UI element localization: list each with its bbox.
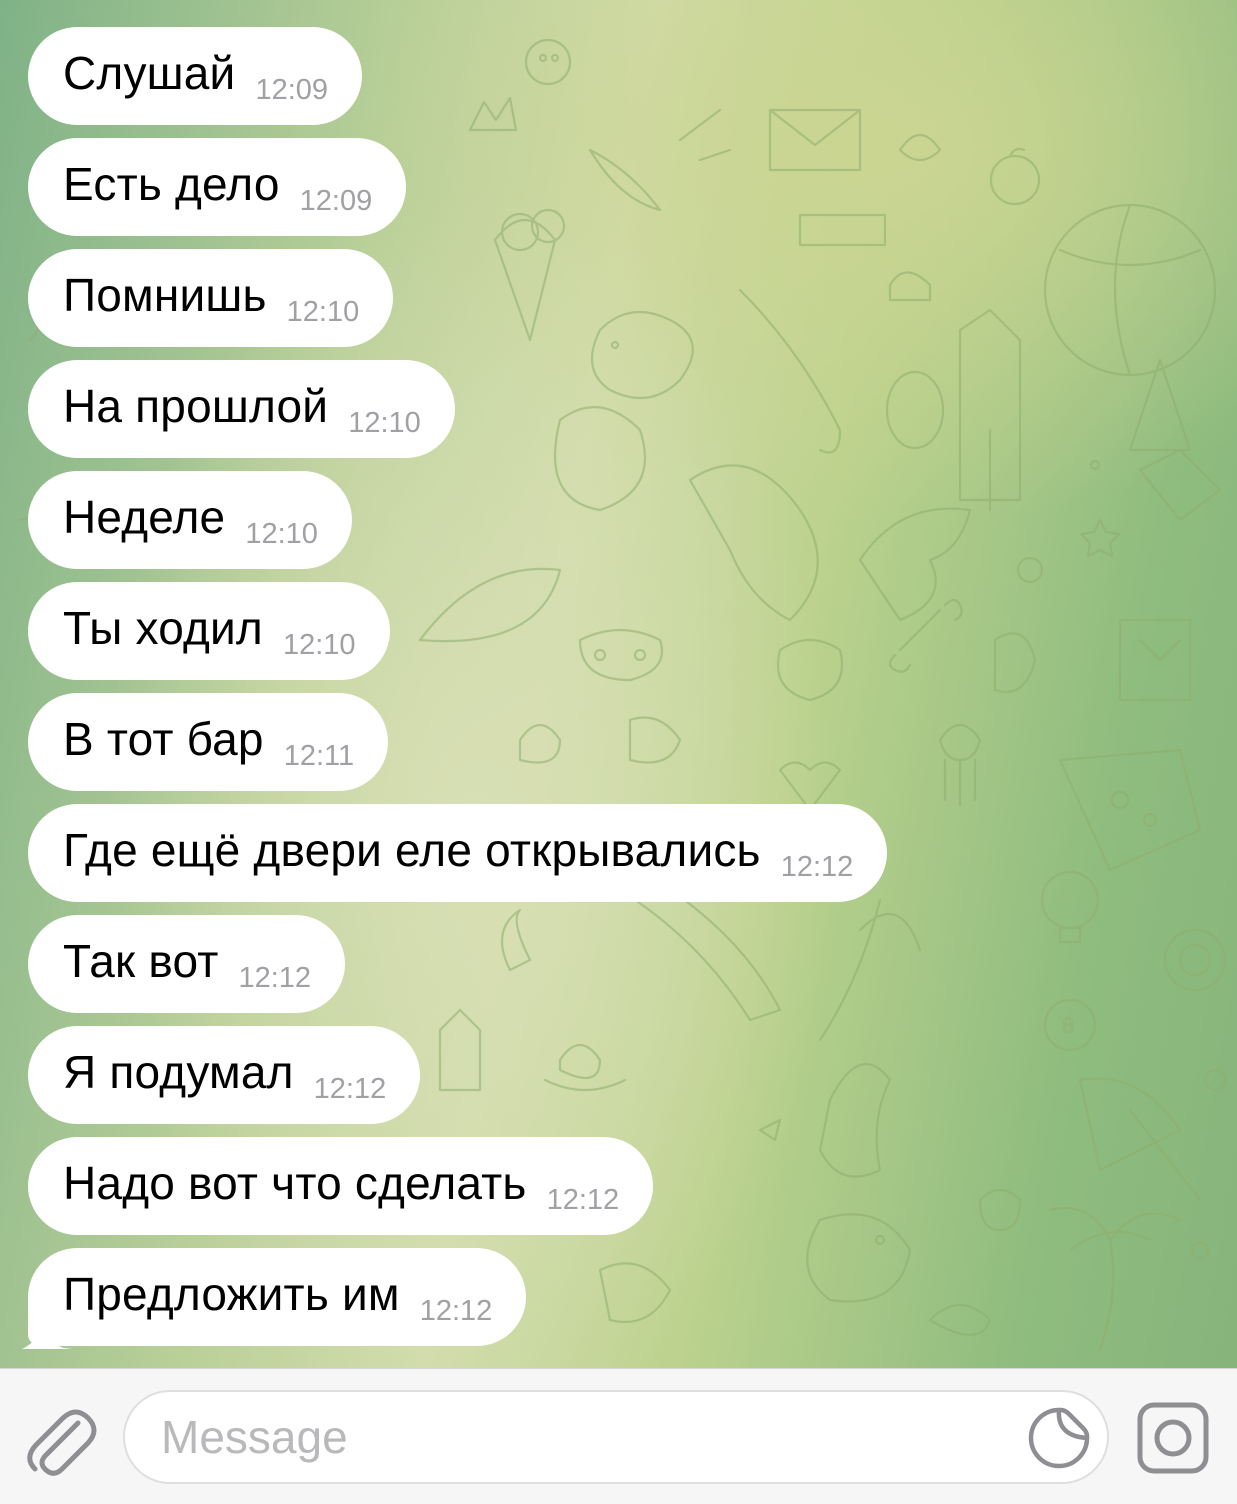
message-text: Надо вот что сделать — [63, 1157, 527, 1209]
message-time: 12:10 — [245, 517, 318, 550]
svg-text:8: 8 — [1062, 1013, 1074, 1038]
message-text: Где ещё двери еле открывались — [63, 824, 761, 876]
message-time: 12:12 — [313, 1072, 387, 1105]
message-time: 12:09 — [299, 184, 373, 217]
message-text: Помнишь — [63, 269, 267, 321]
composer-bar — [0, 1368, 1237, 1504]
message-time: 12:12 — [780, 850, 854, 883]
message-input-field[interactable] — [123, 1390, 1109, 1484]
message-text: Так вот — [63, 935, 219, 987]
message-text: На прошлой — [63, 380, 329, 432]
message-time: 12:12 — [546, 1183, 620, 1216]
camera-icon[interactable] — [1136, 1401, 1210, 1475]
message-text: Слушай — [63, 47, 236, 99]
message-text: Ты ходил — [63, 602, 263, 654]
message-bubble[interactable]: Ты ходил 12:10 — [28, 582, 390, 680]
message-bubble[interactable]: В тот бар 12:11 — [28, 693, 389, 791]
message-bubble[interactable]: Предложить им 12:12 — [28, 1248, 527, 1346]
message-bubble[interactable]: Слушай 12:09 — [28, 27, 363, 125]
message-time: 12:12 — [238, 961, 312, 994]
message-time: 12:12 — [419, 1294, 493, 1327]
message-time: 12:09 — [255, 73, 329, 106]
message-time: 12:10 — [282, 628, 356, 661]
message-text: Неделе — [63, 491, 226, 543]
message-bubble[interactable]: Неделе 12:10 — [28, 471, 352, 569]
message-text: Есть дело — [63, 158, 280, 210]
message-time: 12:11 — [283, 739, 355, 772]
message-time: 12:10 — [286, 295, 360, 328]
message-text: Я подумал — [63, 1046, 294, 1098]
message-time: 12:10 — [348, 406, 421, 439]
message-bubble[interactable]: Есть дело 12:09 — [28, 138, 407, 236]
message-bubble[interactable]: Я подумал 12:12 — [28, 1026, 421, 1124]
message-bubble[interactable]: Где ещё двери еле открывались 12:12 — [28, 804, 888, 902]
paperclip-icon[interactable] — [22, 1397, 98, 1477]
message-text: В тот бар — [63, 713, 264, 765]
message-bubble[interactable]: Так вот 12:12 — [28, 915, 346, 1013]
message-bubble[interactable]: Помнишь 12:10 — [28, 249, 394, 347]
sticker-icon[interactable] — [1027, 1406, 1091, 1470]
message-bubble[interactable]: На прошлой 12:10 — [28, 360, 455, 458]
message-input[interactable] — [161, 1392, 1021, 1482]
chat-area[interactable]: 8 Слушай 12:09 Есть дело 12:09 Помнишь 1… — [0, 0, 1237, 1368]
message-bubble[interactable]: Надо вот что сделать 12:12 — [28, 1137, 654, 1235]
message-text: Предложить им — [63, 1268, 400, 1320]
